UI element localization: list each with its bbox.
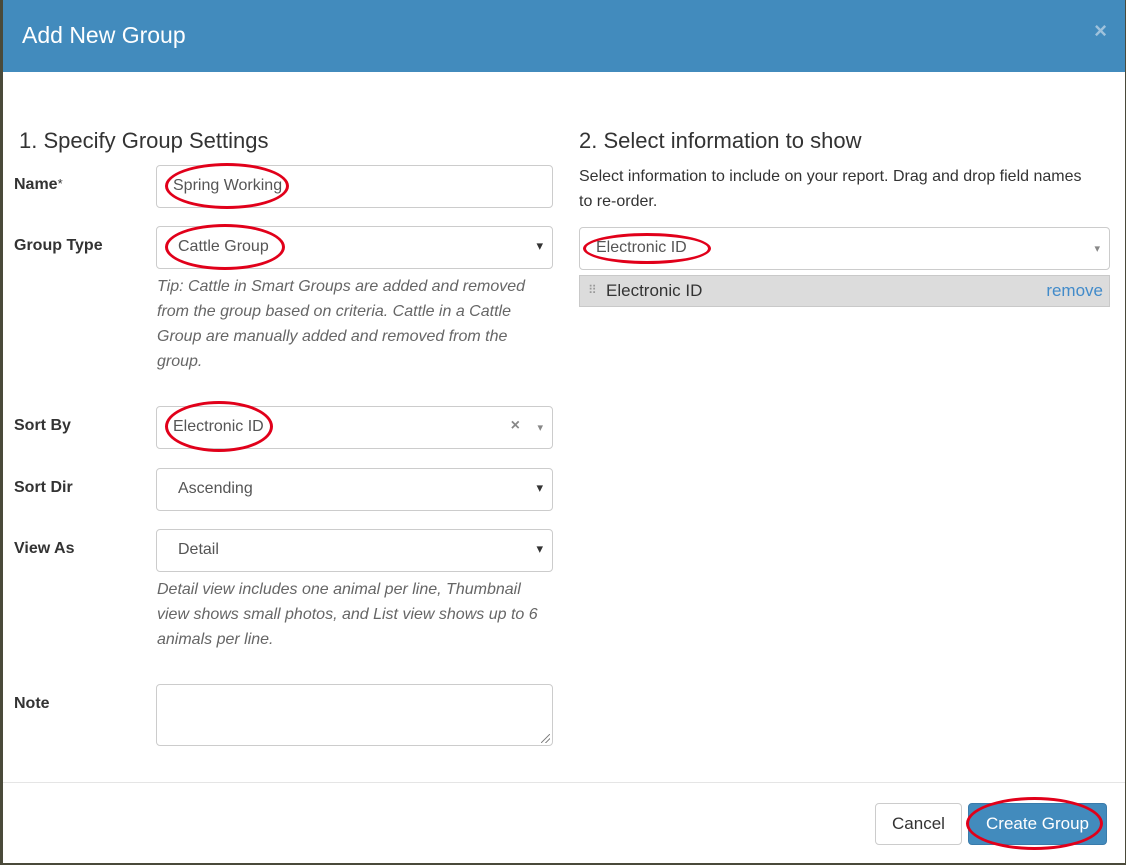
clear-icon[interactable]: × <box>511 417 520 435</box>
view-as-tip: Detail view includes one animal per line… <box>157 581 538 648</box>
sort-dir-select[interactable]: Ascending ▾ <box>156 468 553 511</box>
view-as-label: View As <box>14 540 75 557</box>
close-icon[interactable]: × <box>1094 18 1107 44</box>
group-settings-title: 1. Specify Group Settings <box>19 128 269 153</box>
name-label: Name* <box>14 176 63 194</box>
sort-dir-label: Sort Dir <box>14 479 73 496</box>
chevron-down-icon: ▾ <box>536 541 543 556</box>
group-type-select[interactable]: Cattle Group ▾ <box>156 226 553 269</box>
resize-grip-icon[interactable] <box>541 734 550 743</box>
view-as-value: Detail <box>178 541 219 558</box>
chevron-down-icon: ▾ <box>1094 243 1100 255</box>
note-label: Note <box>14 695 50 712</box>
add-group-modal: Add New Group × 1. Specify Group Setting… <box>3 0 1125 863</box>
select-info-title: 2. Select information to show <box>579 128 862 153</box>
sort-by-value: Electronic ID <box>173 418 264 435</box>
create-group-button[interactable]: Create Group <box>968 803 1107 845</box>
name-input-value: Spring Working <box>173 177 283 194</box>
chevron-down-icon: ▾ <box>536 238 543 253</box>
note-textarea[interactable] <box>156 684 553 746</box>
group-type-label: Group Type <box>14 237 103 254</box>
footer-divider <box>3 782 1125 783</box>
name-label-text: Name <box>14 176 58 193</box>
select-info-intro: Select information to include on your re… <box>579 168 1082 210</box>
selected-field-label: Electronic ID <box>606 281 703 300</box>
view-as-select[interactable]: Detail ▾ <box>156 529 553 572</box>
modal-header: Add New Group × <box>3 0 1125 72</box>
group-type-value: Cattle Group <box>178 238 269 255</box>
selected-field-row[interactable]: ⠿ Electronic ID remove <box>579 275 1110 307</box>
name-input[interactable]: Spring Working <box>156 165 553 208</box>
remove-link[interactable]: remove <box>1046 281 1103 301</box>
chevron-down-icon: ▾ <box>537 422 543 434</box>
group-type-tip: Tip: Cattle in Smart Groups are added an… <box>157 278 526 370</box>
field-select[interactable]: Electronic ID ▾ <box>579 227 1110 270</box>
field-select-value: Electronic ID <box>596 239 687 256</box>
required-marker: * <box>57 176 63 191</box>
sort-dir-value: Ascending <box>178 480 253 497</box>
sort-by-select[interactable]: Electronic ID × ▾ <box>156 406 553 449</box>
sort-by-label: Sort By <box>14 417 71 434</box>
drag-handle-icon[interactable]: ⠿ <box>588 283 597 297</box>
chevron-down-icon: ▾ <box>536 480 543 495</box>
cancel-button[interactable]: Cancel <box>875 803 962 845</box>
modal-title: Add New Group <box>22 22 186 48</box>
